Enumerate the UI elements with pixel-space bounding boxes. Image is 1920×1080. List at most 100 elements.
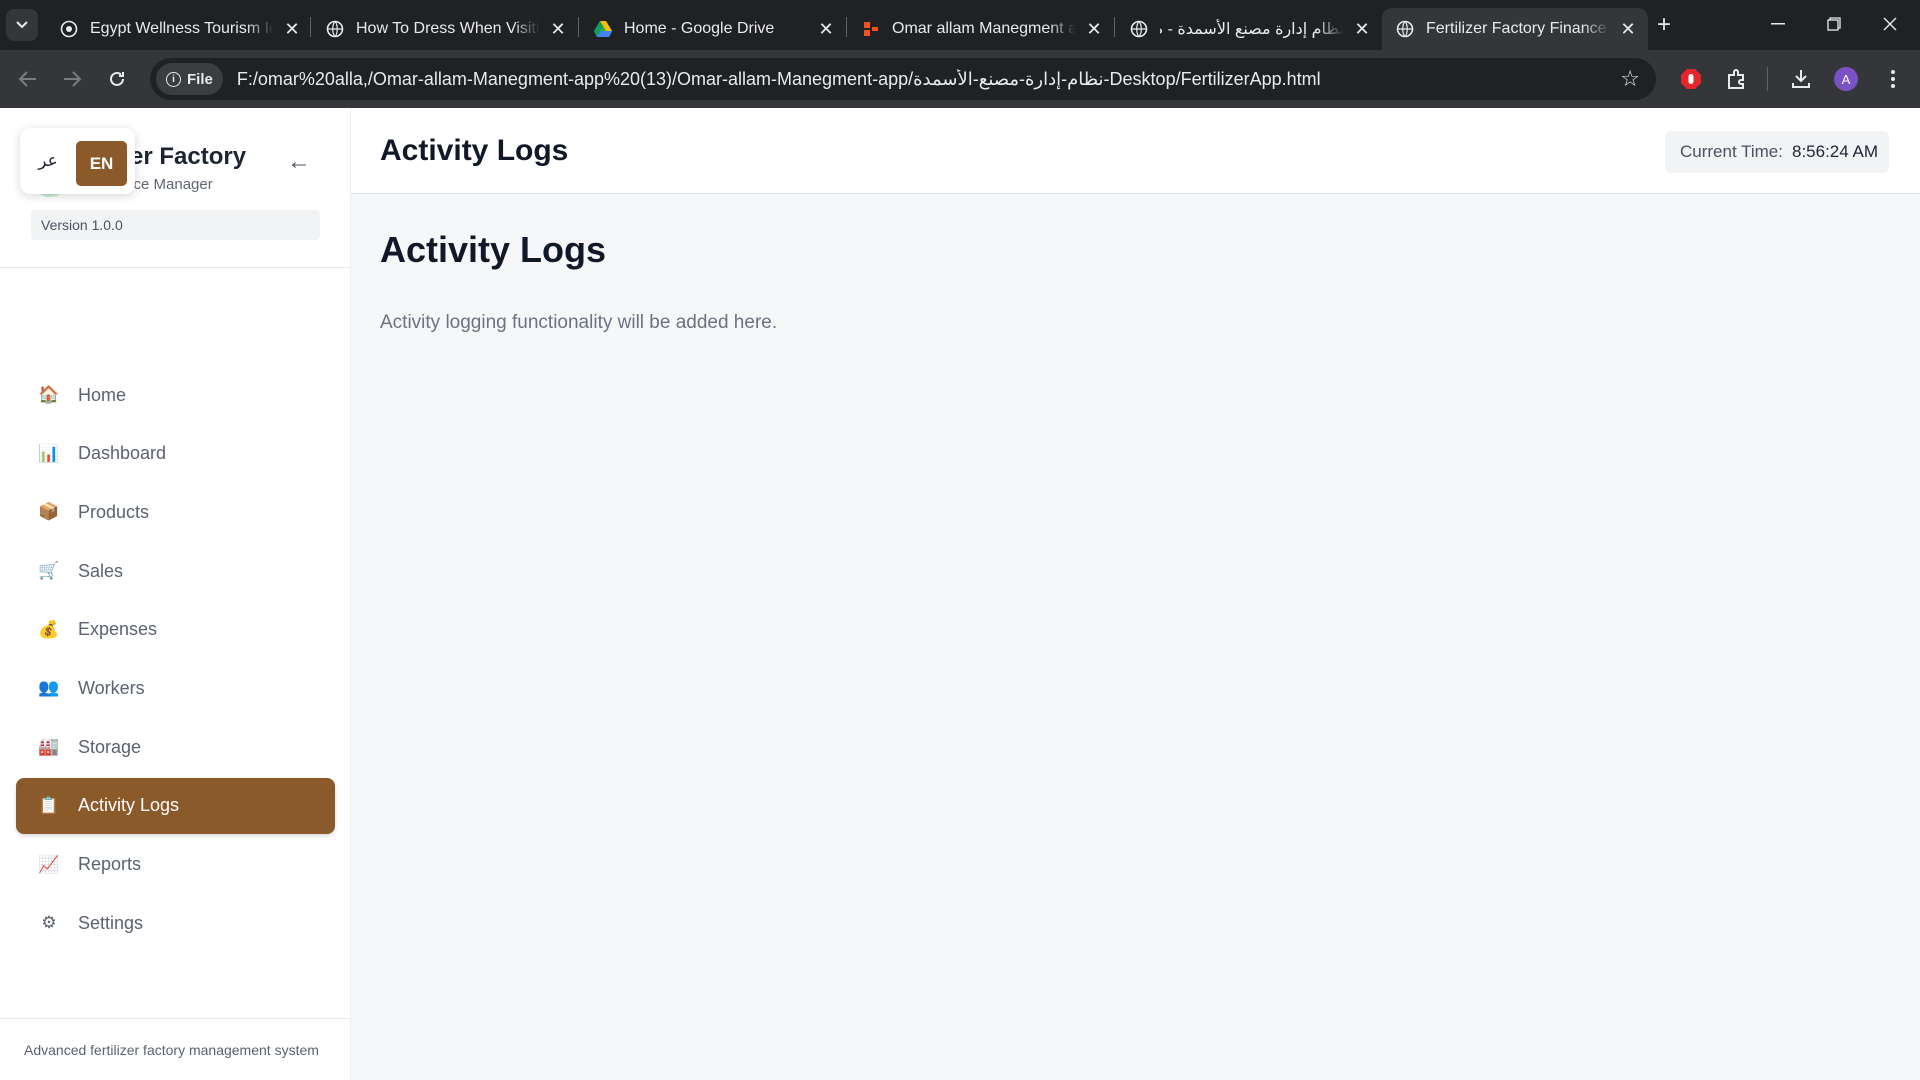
- site-info-label: File: [187, 70, 213, 88]
- sidebar-brand: tilizer Factory Finance Manager ← Versio…: [0, 108, 350, 268]
- sidebar-item-settings[interactable]: ⚙ Settings: [16, 895, 335, 951]
- close-icon[interactable]: ✕: [1084, 19, 1104, 39]
- puzzle-icon: [1728, 69, 1744, 89]
- app-icon: [862, 20, 880, 38]
- sidebar-item-workers[interactable]: 👥 Workers: [16, 660, 335, 716]
- reload-button[interactable]: [102, 64, 132, 94]
- sidebar-item-label: Dashboard: [78, 443, 167, 464]
- downloads-button[interactable]: [1786, 64, 1816, 94]
- close-icon[interactable]: ✕: [816, 19, 836, 39]
- download-icon: [1792, 70, 1810, 88]
- minimize-button[interactable]: [1758, 8, 1798, 40]
- tab-separator: [310, 17, 311, 37]
- sidebar-item-home[interactable]: 🏠 Home: [16, 367, 335, 423]
- tab-omar-allam[interactable]: Omar allam Manegment ap ✕: [848, 8, 1114, 50]
- placeholder-text: Activity logging functionality will be a…: [380, 312, 778, 333]
- profile-avatar[interactable]: A: [1834, 67, 1858, 91]
- sidebar-item-dashboard[interactable]: 📊 Dashboard: [16, 426, 335, 482]
- browser-menu-button[interactable]: [1878, 64, 1908, 94]
- bookmark-star-icon[interactable]: ☆: [1620, 66, 1640, 92]
- tab-fertilizer-factory[interactable]: Fertilizer Factory Finance M ✕: [1382, 8, 1648, 50]
- close-icon[interactable]: ✕: [1618, 19, 1638, 39]
- new-tab-button[interactable]: +: [1650, 11, 1678, 39]
- sidebar-item-reports[interactable]: 📈 Reports: [16, 837, 335, 893]
- sidebar-item-label: Storage: [78, 736, 142, 757]
- browser-tabstrip: Egypt Wellness Tourism Ide ✕ How To Dres…: [0, 0, 1920, 50]
- money-bag-icon: 💰: [38, 619, 60, 639]
- stop-hand-icon: [1681, 69, 1701, 89]
- tab-google-drive[interactable]: Home - Google Drive ✕: [580, 8, 846, 50]
- sidebar-item-sales[interactable]: 🛒 Sales: [16, 543, 335, 599]
- globe-icon: [60, 20, 78, 38]
- close-icon[interactable]: ✕: [1352, 19, 1372, 39]
- trend-chart-icon: 📈: [38, 854, 60, 874]
- extension-adblock-button[interactable]: [1676, 64, 1706, 94]
- home-icon: 🏠: [38, 385, 60, 404]
- tab-arabic-system[interactable]: نظام إدارة مصنع الأسمدة - م ✕: [1116, 8, 1382, 50]
- sidebar-item-products[interactable]: 📦 Products: [16, 484, 335, 540]
- sidebar-item-expenses[interactable]: 💰 Expenses: [16, 602, 335, 658]
- tab-title: Home - Google Drive: [624, 20, 775, 37]
- window-close-button[interactable]: [1870, 8, 1910, 40]
- restore-icon: [1827, 17, 1841, 31]
- section-heading: Activity Logs: [380, 229, 607, 270]
- sidebar-item-label: Products: [78, 501, 150, 522]
- tab-egypt-wellness[interactable]: Egypt Wellness Tourism Ide ✕: [46, 8, 312, 50]
- language-english-button[interactable]: EN: [76, 141, 127, 186]
- chevron-down-icon: [16, 21, 28, 29]
- tab-how-to-dress[interactable]: How To Dress When Visitin ✕: [312, 8, 578, 50]
- close-icon: [1883, 17, 1897, 31]
- sidebar-collapse-button[interactable]: ←: [287, 148, 311, 176]
- language-arabic-button[interactable]: عر: [20, 141, 76, 181]
- minimize-icon: [1771, 23, 1785, 25]
- sidebar: tilizer Factory Finance Manager ← Versio…: [0, 108, 351, 1080]
- gear-icon: ⚙: [41, 913, 57, 933]
- tab-separator: [578, 17, 579, 37]
- tab-title: Egypt Wellness Tourism Ide: [90, 20, 274, 37]
- tab-title: Omar allam Manegment ap: [892, 20, 1076, 37]
- clock-label: Current Time:: [1680, 142, 1783, 161]
- tab-title: نظام إدارة مصنع الأسمدة - م: [1160, 21, 1344, 38]
- sidebar-item-storage[interactable]: 🏭 Storage: [16, 719, 335, 775]
- site-info-chip[interactable]: i File: [156, 63, 223, 95]
- main-content: Activity Logs Current Time: 8:56:24 AM A…: [351, 108, 1920, 1080]
- toolbar-divider: [1767, 67, 1768, 91]
- close-icon[interactable]: ✕: [548, 19, 568, 39]
- sidebar-item-activity-logs[interactable]: 📋 Activity Logs: [16, 777, 335, 834]
- url-text[interactable]: F:/omar%20alla,/Omar-allam-Manegment-app…: [237, 69, 1321, 90]
- clipboard-icon: 📋: [38, 795, 60, 815]
- app-window: tilizer Factory Finance Manager ← Versio…: [0, 108, 1920, 1080]
- extensions-button[interactable]: [1722, 64, 1752, 94]
- tab-search-button[interactable]: [6, 9, 38, 41]
- close-icon[interactable]: ✕: [282, 19, 302, 39]
- sidebar-item-label: Sales: [78, 560, 124, 581]
- address-bar[interactable]: i File F:/omar%20alla,/Omar-allam-Manegm…: [150, 58, 1656, 100]
- factory-icon: 🏭: [38, 737, 60, 757]
- back-button[interactable]: [13, 64, 43, 94]
- more-vertical-icon: [1891, 70, 1895, 88]
- arrow-left-icon: [19, 71, 36, 87]
- browser-toolbar: i File F:/omar%20alla,/Omar-allam-Manegm…: [0, 50, 1920, 108]
- tab-title: How To Dress When Visitin: [356, 20, 540, 37]
- tab-separator: [846, 17, 847, 37]
- clock-value: 8:56:24 AM: [1791, 142, 1878, 161]
- page-title: Activity Logs: [380, 134, 569, 167]
- restore-button[interactable]: [1814, 8, 1854, 40]
- globe-icon: [1130, 20, 1148, 38]
- bar-chart-icon: 📊: [38, 443, 60, 463]
- shopping-cart-icon: 🛒: [38, 561, 60, 581]
- tab-title: Fertilizer Factory Finance M: [1426, 20, 1610, 37]
- forward-button[interactable]: [57, 64, 87, 94]
- sidebar-footer: Advanced fertilizer factory management s…: [0, 1018, 350, 1080]
- people-icon: 👥: [38, 678, 60, 698]
- main-header: Activity Logs Current Time: 8:56:24 AM: [351, 108, 1920, 194]
- language-switcher: عر EN: [20, 128, 135, 194]
- arrow-right-icon: [64, 71, 81, 87]
- current-time-display: Current Time: 8:56:24 AM: [1665, 131, 1889, 173]
- sidebar-item-label: Workers: [78, 677, 145, 698]
- reload-icon: [110, 71, 124, 86]
- sidebar-item-label: Expenses: [78, 619, 158, 640]
- tab-separator: [1114, 17, 1115, 37]
- globe-icon: [1396, 20, 1414, 38]
- version-badge: Version 1.0.0: [31, 210, 320, 240]
